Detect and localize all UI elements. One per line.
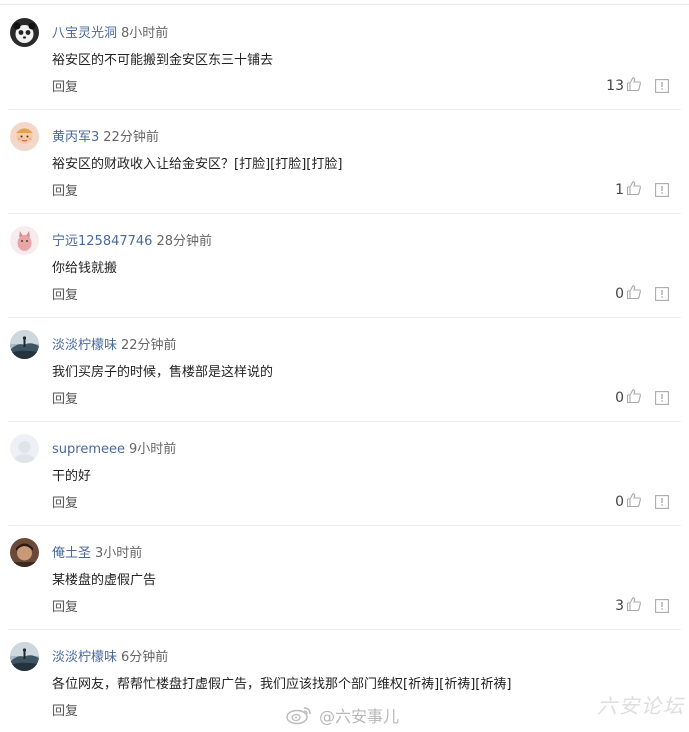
thumbs-up-icon (626, 388, 642, 408)
weibo-watermark: @六安事儿 (285, 703, 399, 727)
top-divider (0, 4, 689, 5)
username[interactable]: 淡淡柠檬味 (52, 338, 117, 353)
reply-button[interactable]: 回复 (52, 180, 78, 199)
report-icon (655, 390, 669, 409)
avatar[interactable] (10, 642, 39, 671)
comment-text: 某楼盘的虚假广告 (52, 573, 157, 588)
comment-text: 我们买房子的时候，售楼部是这样说的 (52, 365, 274, 380)
like-button[interactable]: 3 (615, 596, 642, 616)
reply-button[interactable]: 回复 (52, 700, 78, 719)
comment-meta: 淡淡柠檬味 6分钟前 (52, 646, 168, 665)
username[interactable]: 八宝灵光洞 (52, 26, 117, 41)
thumbs-up-icon (626, 76, 642, 96)
report-icon (655, 182, 669, 201)
report-icon (655, 494, 669, 513)
comment-meta: supremeee 9小时前 (52, 438, 176, 457)
report-button[interactable] (655, 494, 669, 513)
comment-item: 八宝灵光洞 8小时前 裕安区的不可能搬到金安区东三十铺去 回复 13 (0, 6, 689, 110)
thumbs-up-icon (626, 596, 642, 616)
watermark-text: @六安事儿 (319, 707, 400, 726)
comment-time: 8小时前 (121, 26, 169, 41)
comment-text: 你给钱就搬 (52, 261, 118, 276)
username[interactable]: supremeee (52, 442, 125, 457)
comment-meta: 宁远125847746 28分钟前 (52, 230, 212, 249)
username[interactable]: 俺土圣 (52, 546, 91, 561)
report-button[interactable] (655, 598, 669, 617)
thumbs-up-icon (626, 492, 642, 512)
avatar[interactable] (10, 330, 39, 359)
comment-text: 干的好 (52, 469, 92, 484)
comment-time: 9小时前 (128, 442, 177, 457)
comment-meta: 八宝灵光洞 8小时前 (52, 22, 168, 41)
comment-time: 22分钟前 (121, 338, 177, 353)
comment-time: 22分钟前 (103, 130, 159, 145)
report-button[interactable] (655, 286, 669, 305)
avatar[interactable] (10, 18, 39, 47)
like-button[interactable]: 13 (606, 76, 642, 96)
like-count: 0 (615, 494, 624, 510)
thumbs-up-icon (626, 284, 642, 304)
avatar[interactable] (10, 434, 39, 463)
like-count: 0 (615, 390, 624, 406)
comment-meta: 淡淡柠檬味 22分钟前 (52, 334, 177, 353)
like-button[interactable]: 0 (615, 492, 642, 512)
avatar[interactable] (10, 538, 39, 567)
reply-button[interactable]: 回复 (52, 284, 78, 303)
comment-item: 宁远125847746 28分钟前 你给钱就搬 回复 0 (0, 214, 689, 318)
username[interactable]: 淡淡柠檬味 (52, 650, 117, 665)
like-count: 1 (615, 182, 624, 198)
reply-button[interactable]: 回复 (52, 388, 78, 407)
comment-item: 黄丙军3 22分钟前 裕安区的财政收入让给金安区？[打脸][打脸][打脸] 回复 … (0, 110, 689, 214)
forum-watermark: 六安论坛 (597, 694, 685, 718)
avatar[interactable] (10, 122, 39, 151)
report-icon (655, 286, 669, 305)
avatar[interactable] (10, 226, 39, 255)
comment-time: 6分钟前 (121, 650, 169, 665)
comment-time: 3小时前 (95, 546, 143, 561)
report-icon (655, 598, 669, 617)
comment-meta: 俺土圣 3小时前 (52, 542, 142, 561)
weibo-logo-icon (286, 707, 311, 725)
report-icon (655, 78, 669, 97)
comment-item: 淡淡柠檬味 22分钟前 我们买房子的时候，售楼部是这样说的 回复 0 (0, 318, 689, 422)
like-button[interactable]: 0 (615, 284, 642, 304)
username[interactable]: 宁远125847746 (52, 234, 152, 249)
comment-text: 裕安区的不可能搬到金安区东三十铺去 (52, 53, 274, 68)
like-count: 0 (615, 286, 624, 302)
comment-item: 俺土圣 3小时前 某楼盘的虚假广告 回复 3 (0, 526, 689, 630)
report-button[interactable] (655, 182, 669, 201)
like-button[interactable]: 1 (615, 180, 642, 200)
comment-text: 各位网友，帮帮忙楼盘打虚假广告，我们应该找那个部门维权[祈祷][祈祷][祈祷] (52, 677, 512, 692)
like-count: 13 (606, 78, 624, 94)
like-count: 3 (615, 598, 624, 614)
username[interactable]: 黄丙军3 (52, 130, 99, 145)
report-button[interactable] (655, 390, 669, 409)
report-button[interactable] (655, 78, 669, 97)
comment-meta: 黄丙军3 22分钟前 (52, 126, 159, 145)
comment-text: 裕安区的财政收入让给金安区？[打脸][打脸][打脸] (52, 157, 343, 172)
comment-item: supremeee 9小时前 干的好 回复 0 (0, 422, 689, 526)
thumbs-up-icon (626, 180, 642, 200)
comment-time: 28分钟前 (156, 234, 212, 249)
reply-button[interactable]: 回复 (52, 76, 78, 95)
reply-button[interactable]: 回复 (52, 596, 78, 615)
reply-button[interactable]: 回复 (52, 492, 78, 511)
like-button[interactable]: 0 (615, 388, 642, 408)
